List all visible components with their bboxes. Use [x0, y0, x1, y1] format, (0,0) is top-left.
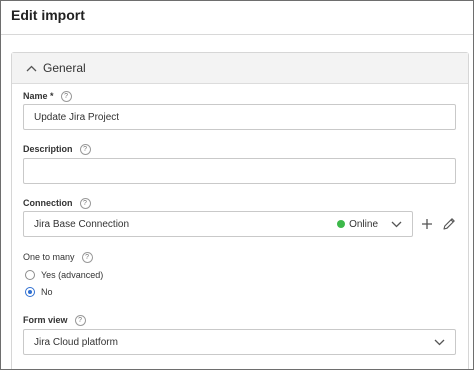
name-field-box — [23, 104, 456, 130]
description-label: Description — [23, 144, 73, 154]
form-view-value: Jira Cloud platform — [34, 336, 118, 348]
description-input[interactable] — [24, 159, 455, 183]
pencil-icon — [443, 218, 455, 230]
help-icon[interactable]: ? — [79, 197, 91, 209]
edit-connection-button[interactable] — [441, 216, 457, 232]
help-icon[interactable]: ? — [81, 251, 93, 263]
plus-icon — [422, 219, 432, 229]
add-connection-button[interactable] — [419, 216, 435, 232]
edit-import-window: Edit import General Name * ? Description… — [0, 0, 474, 370]
help-icon[interactable]: ? — [60, 90, 72, 102]
form-view-label-row: Form view ? — [23, 313, 86, 327]
form-view-label: Form view — [23, 315, 68, 325]
title-divider — [1, 34, 473, 35]
connection-value: Jira Base Connection — [34, 218, 130, 230]
online-status-dot — [337, 220, 346, 228]
general-section-header[interactable]: General — [12, 53, 468, 84]
connection-select[interactable]: Jira Base Connection Online — [23, 211, 413, 237]
radio-button-checked[interactable] — [25, 287, 35, 297]
connection-status: Online — [337, 219, 378, 230]
chevron-up-icon — [25, 62, 38, 75]
one-to-many-label: One to many — [23, 252, 75, 262]
radio-yes-label: Yes (advanced) — [41, 270, 104, 280]
name-label-row: Name * ? — [23, 89, 72, 103]
chevron-down-icon — [433, 336, 445, 348]
name-input[interactable] — [24, 105, 455, 129]
page-title: Edit import — [11, 7, 85, 23]
one-to-many-label-row: One to many ? — [23, 250, 93, 264]
description-field-box — [23, 158, 456, 184]
connection-label: Connection — [23, 198, 73, 208]
description-label-row: Description ? — [23, 142, 91, 156]
form-view-select[interactable]: Jira Cloud platform — [23, 329, 456, 355]
help-icon[interactable]: ? — [74, 314, 86, 326]
chevron-down-icon — [390, 218, 402, 230]
radio-no[interactable]: No — [25, 285, 53, 299]
connection-label-row: Connection ? — [23, 196, 91, 210]
connection-status-text: Online — [349, 218, 378, 230]
radio-yes-advanced[interactable]: Yes (advanced) — [25, 268, 103, 282]
name-label: Name * — [23, 91, 54, 101]
help-icon[interactable]: ? — [79, 143, 91, 155]
section-title: General — [43, 61, 86, 75]
radio-no-label: No — [41, 287, 53, 297]
radio-button-unchecked[interactable] — [25, 270, 35, 280]
